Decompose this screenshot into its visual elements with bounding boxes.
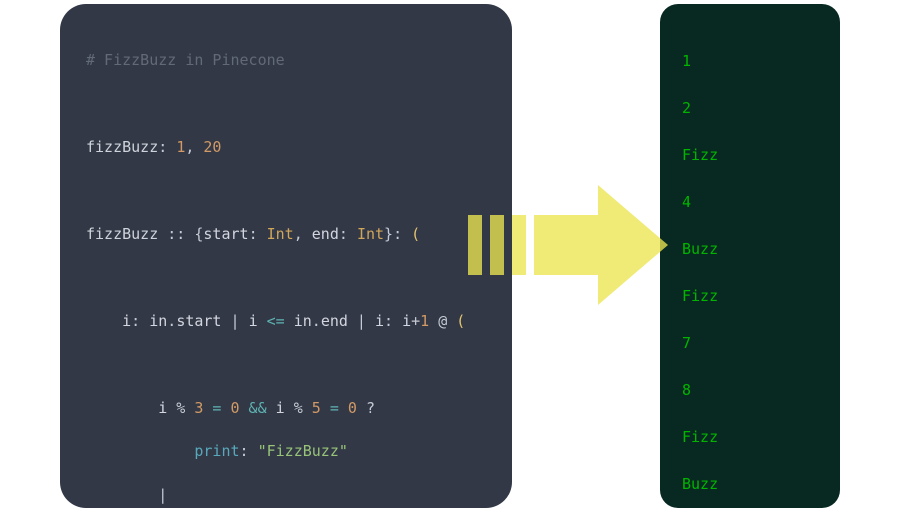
stage: # FizzBuzz in Pinecone fizzBuzz: 1, 20 f… bbox=[0, 0, 900, 522]
code-comment: # FizzBuzz in Pinecone bbox=[86, 51, 285, 69]
code-line-c1-print: print: "FizzBuzz" bbox=[86, 441, 492, 463]
arrow-icon bbox=[468, 165, 668, 325]
output-line-4: 4 bbox=[682, 191, 830, 215]
output-line-7: 7 bbox=[682, 332, 830, 356]
output-line-1: 1 bbox=[682, 50, 830, 74]
code-line-blank1 bbox=[86, 93, 492, 115]
code-line-call: fizzBuzz: 1, 20 bbox=[86, 137, 492, 159]
output-line-6: Fizz bbox=[682, 285, 830, 309]
output-line-9: Fizz bbox=[682, 426, 830, 450]
output-line-3: Fizz bbox=[682, 144, 830, 168]
output-panel: 1 2 Fizz 4 Buzz Fizz 7 8 Fizz Buzz 11 Fi… bbox=[660, 4, 840, 508]
code-line-comment: # FizzBuzz in Pinecone bbox=[86, 50, 492, 72]
output-line-10: Buzz bbox=[682, 473, 830, 497]
code-line-blank3 bbox=[86, 267, 492, 289]
output-line-2: 2 bbox=[682, 97, 830, 121]
output-line-8: 8 bbox=[682, 379, 830, 403]
code-line-blank4 bbox=[86, 354, 492, 376]
output-line-5: Buzz bbox=[682, 238, 830, 262]
code-panel: # FizzBuzz in Pinecone fizzBuzz: 1, 20 f… bbox=[60, 4, 512, 508]
code-line-bar1: | bbox=[86, 485, 492, 507]
code-line-blank2 bbox=[86, 180, 492, 202]
code-line-c1: i % 3 = 0 && i % 5 = 0 ? bbox=[86, 398, 492, 420]
code-line-loop: i: in.start | i <= in.end | i: i+1 @ ( bbox=[86, 311, 492, 333]
code-line-def: fizzBuzz :: {start: Int, end: Int}: ( bbox=[86, 224, 492, 246]
